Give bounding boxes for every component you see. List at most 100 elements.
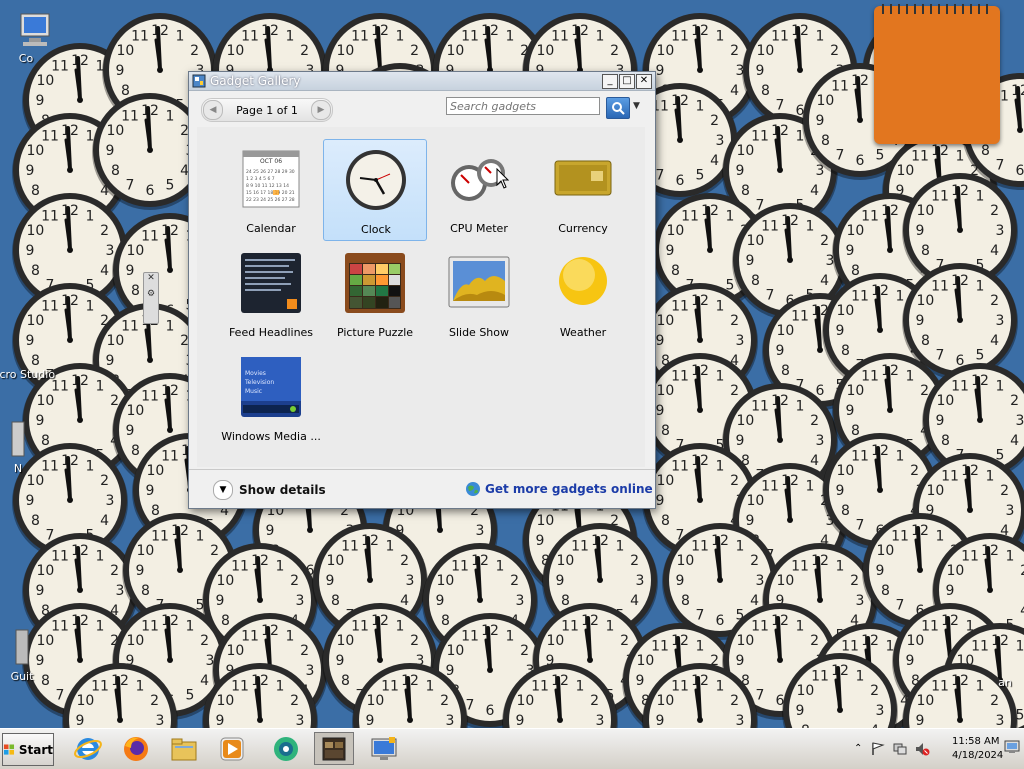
svg-text:1: 1	[986, 468, 995, 484]
desktop-icon-n[interactable]: N	[0, 420, 48, 475]
svg-text:10: 10	[936, 393, 954, 409]
gadget-tile-picture-puzzle[interactable]: Picture Puzzle	[323, 243, 427, 345]
minimize-button[interactable]: _	[602, 73, 618, 89]
clock-gadget[interactable]: 123456789101112	[350, 660, 470, 728]
svg-text:1: 1	[166, 108, 175, 124]
svg-text:10: 10	[126, 403, 144, 419]
svg-text:1: 1	[896, 448, 905, 464]
svg-text:1: 1	[596, 28, 605, 44]
svg-text:1: 1	[166, 318, 175, 334]
svg-text:10: 10	[226, 43, 244, 59]
svg-text:11: 11	[771, 28, 789, 44]
svg-text:2: 2	[810, 413, 819, 429]
clock-gadget[interactable]: 123456789101112	[900, 660, 1020, 728]
svg-text:9: 9	[106, 143, 115, 159]
taskbar-file-explorer[interactable]	[164, 732, 204, 765]
notes-gadget[interactable]	[874, 4, 1000, 144]
slideshow-icon	[448, 256, 510, 308]
svg-text:2: 2	[410, 633, 419, 649]
gadget-tile-slide-show[interactable]: Slide Show	[427, 243, 531, 345]
show-hidden-icons-icon[interactable]: ⌃	[854, 743, 862, 754]
svg-text:10: 10	[736, 633, 754, 649]
get-more-gadgets-link[interactable]: Get more gadgets online	[465, 481, 653, 497]
taskbar-gadgets[interactable]	[314, 732, 354, 765]
svg-text:2: 2	[990, 693, 999, 709]
svg-text:10: 10	[756, 43, 774, 59]
desktop-icon-computer[interactable]: Co	[0, 10, 70, 65]
svg-text:1: 1	[716, 298, 725, 314]
gadget-tile-calendar[interactable]: OCT 06 24 25 26 27 28 29 30 1 2 3 4 5 6 …	[219, 139, 323, 241]
close-icon[interactable]: ✕	[144, 273, 158, 283]
svg-text:11: 11	[231, 558, 249, 574]
svg-text:4: 4	[100, 263, 109, 279]
search-input[interactable]	[446, 97, 600, 115]
clock-gadget[interactable]: 123456789101112	[60, 660, 180, 728]
start-button[interactable]: Start	[2, 733, 54, 766]
clock-gadget[interactable]: 123456789101112	[500, 660, 620, 728]
svg-text:11: 11	[951, 378, 969, 394]
desktop-icon-right[interactable]: an	[970, 676, 1024, 689]
gadget-toolbar[interactable]: ✕ ⚙	[143, 272, 159, 324]
show-details-button[interactable]: ▼ Show details	[213, 480, 326, 500]
svg-text:2: 2	[730, 693, 739, 709]
search-button[interactable]	[606, 97, 630, 119]
svg-text:3: 3	[1006, 503, 1015, 519]
svg-text:9: 9	[266, 523, 275, 539]
search-options-dropdown[interactable]: ▼	[633, 101, 640, 111]
network-icon[interactable]	[892, 741, 908, 757]
svg-text:8: 8	[671, 263, 680, 279]
taskbar-clock[interactable]: 11:58 AM 4/18/2024	[952, 735, 1003, 763]
options-icon[interactable]: ⚙	[144, 289, 158, 299]
gadget-tile-weather[interactable]: Weather	[531, 243, 635, 345]
clock-gadget[interactable]: 123456789101112	[200, 660, 320, 728]
taskbar-remote-desktop[interactable]	[364, 732, 404, 765]
gadget-tile-feed-headlines[interactable]: Feed Headlines	[219, 243, 323, 345]
svg-text:1: 1	[856, 668, 865, 684]
svg-text:11: 11	[961, 548, 979, 564]
svg-text:10: 10	[876, 543, 894, 559]
gadget-tile-clock[interactable]: Clock	[323, 139, 427, 241]
svg-text:10: 10	[336, 633, 354, 649]
svg-text:3: 3	[106, 493, 115, 509]
previous-page-button[interactable]: ◀	[203, 100, 223, 120]
desktop-icon-guit[interactable]: Guit	[0, 628, 52, 683]
gadget-label: CPU Meter	[450, 222, 508, 235]
svg-text:11: 11	[681, 208, 699, 224]
svg-text:9: 9	[326, 573, 335, 589]
svg-text:11: 11	[551, 28, 569, 44]
taskbar-firefox[interactable]	[116, 732, 156, 765]
svg-text:10: 10	[776, 323, 794, 339]
clock-gadget[interactable]: 123456789101112	[640, 660, 760, 728]
gadget-tile-windows-media-center[interactable]: Movies Television Music Windows Media ..…	[219, 347, 323, 449]
svg-text:9: 9	[116, 63, 125, 79]
firefox-icon	[124, 736, 148, 761]
gadget-tile-cpu-meter[interactable]: CPU Meter	[427, 139, 531, 241]
volume-muted-icon[interactable]	[914, 741, 930, 757]
taskbar-internet-explorer[interactable]	[68, 732, 108, 765]
svg-text:10: 10	[656, 383, 674, 399]
media-center-menu-movies: Movies	[245, 370, 266, 377]
clock-gadget[interactable]: 123456789101112	[780, 650, 900, 728]
svg-text:2: 2	[150, 693, 159, 709]
svg-text:10: 10	[916, 203, 934, 219]
svg-text:9: 9	[136, 563, 145, 579]
get-more-gadgets-label: Get more gadgets online	[485, 482, 653, 496]
taskbar-media-player[interactable]	[212, 732, 252, 765]
next-page-button[interactable]: ▶	[310, 100, 331, 120]
title-bar[interactable]: Gadget Gallery _ □ ✕	[189, 72, 655, 91]
svg-text:1: 1	[976, 188, 985, 204]
desktop-icon-studio[interactable]: Micro Studio	[0, 368, 56, 381]
close-button[interactable]: ✕	[636, 73, 652, 89]
show-desktop-icon[interactable]	[1004, 739, 1020, 755]
action-center-flag-icon[interactable]	[870, 741, 886, 757]
svg-text:9: 9	[936, 413, 945, 429]
svg-text:7: 7	[656, 168, 665, 184]
svg-text:9: 9	[736, 163, 745, 179]
svg-text:1: 1	[396, 618, 405, 634]
svg-text:8: 8	[661, 423, 670, 439]
desktop-icon-label: Micro Studio	[0, 368, 56, 381]
taskbar-app[interactable]	[266, 732, 306, 765]
gadget-tile-currency[interactable]: Currency	[531, 139, 635, 241]
maximize-button[interactable]: □	[619, 73, 635, 89]
svg-text:9: 9	[836, 483, 845, 499]
